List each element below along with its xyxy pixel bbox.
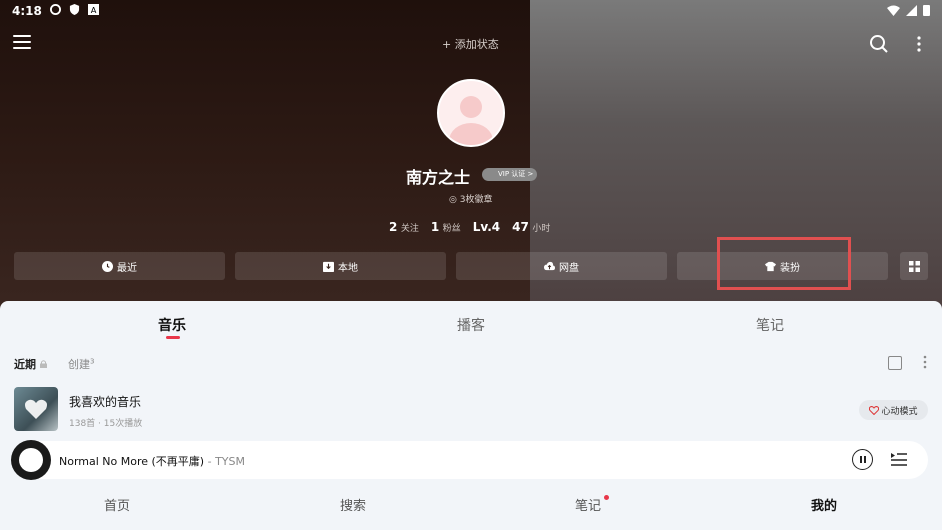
heart-mode-button[interactable]: 心动模式 — [859, 400, 928, 420]
more-apps-button[interactable] — [900, 252, 928, 280]
recent-label: 最近 — [117, 262, 137, 274]
subtab-recent-label: 近期 — [14, 358, 36, 371]
wifi-icon — [887, 5, 900, 16]
notes-badge-dot — [604, 495, 609, 500]
cloud-drive-label: 网盘 — [559, 262, 579, 274]
battery-icon — [923, 5, 930, 16]
signal-icon — [906, 4, 917, 16]
album-art — [19, 448, 43, 472]
lock-icon — [39, 360, 47, 368]
dress-up-label: 装扮 — [780, 262, 800, 274]
username: 南方之士 — [406, 168, 471, 187]
notification-icon — [50, 4, 61, 15]
cloud-upload-icon — [544, 261, 555, 270]
add-status-button[interactable]: + 添加状态 — [442, 36, 499, 52]
playlist-title[interactable]: 我喜欢的音乐 — [69, 393, 141, 410]
vip-badge[interactable]: VIP 认证 > — [482, 168, 537, 181]
more-vertical-icon[interactable] — [914, 35, 924, 53]
vip-extra: 认证 > — [511, 170, 534, 178]
svg-text:A: A — [91, 5, 97, 15]
heart-cover-icon — [25, 399, 47, 419]
tab-podcast[interactable]: 播客 — [457, 315, 485, 335]
app-a-icon: A — [88, 4, 99, 15]
medals-link[interactable]: ◎ 3枚徽章 — [449, 192, 492, 205]
nav-mine[interactable]: 我的 — [811, 495, 837, 514]
dress-up-button[interactable]: 装扮 — [677, 252, 888, 280]
pause-button[interactable] — [852, 449, 873, 470]
status-bar: 4:18 A — [0, 0, 942, 22]
list-more-icon[interactable] — [922, 355, 928, 369]
nav-notes[interactable]: 笔记 — [575, 495, 601, 514]
cloud-drive-button[interactable]: 网盘 — [456, 252, 667, 280]
stat-follow[interactable]: 2 关注 — [389, 220, 419, 234]
shirt-icon — [765, 261, 776, 271]
status-time: 4:18 — [12, 4, 42, 18]
download-box-icon — [323, 261, 334, 272]
playlist-cover[interactable] — [14, 387, 58, 431]
tab-notes[interactable]: 笔记 — [756, 315, 784, 335]
avatar-placeholder-icon — [449, 96, 493, 145]
import-playlist-icon[interactable] — [888, 356, 902, 370]
tab-music[interactable]: 音乐 — [158, 315, 186, 335]
subtab-created[interactable]: 创建3 — [68, 356, 94, 372]
created-count: 3 — [90, 357, 95, 366]
song-title: Normal No More (不再平庸) — [59, 455, 205, 468]
vip-label: VIP — [498, 170, 510, 178]
song-artist: - TYSM — [204, 455, 245, 468]
heart-icon — [869, 405, 880, 415]
subtab-recent[interactable]: 近期 — [14, 356, 47, 372]
nav-home[interactable]: 首页 — [104, 495, 130, 514]
subtab-created-label: 创建 — [68, 358, 90, 371]
local-button[interactable]: 本地 — [235, 252, 446, 280]
avatar[interactable] — [437, 79, 505, 147]
grid-icon — [908, 260, 920, 272]
search-icon[interactable] — [869, 34, 889, 54]
stat-fans[interactable]: 1 粉丝 — [431, 220, 461, 234]
nav-search[interactable]: 搜索 — [340, 495, 366, 514]
now-playing-text[interactable]: Normal No More (不再平庸) - TYSM — [59, 453, 245, 469]
stat-hours[interactable]: 47 小时 — [512, 220, 550, 234]
heart-mode-label: 心动模式 — [881, 406, 918, 417]
active-tab-indicator — [166, 336, 180, 339]
profile-stats: 2 关注 1 粉丝 Lv.4 47 小时 — [389, 220, 550, 234]
playlist-subtitle: 138首 · 15次播放 — [69, 419, 143, 429]
playlist-queue-icon[interactable] — [891, 451, 907, 467]
recent-button[interactable]: 最近 — [14, 252, 225, 280]
shield-icon — [69, 4, 80, 15]
hamburger-menu-icon[interactable] — [13, 35, 31, 51]
local-label: 本地 — [338, 262, 358, 274]
clock-icon — [102, 260, 113, 272]
stat-level[interactable]: Lv.4 — [473, 220, 500, 234]
